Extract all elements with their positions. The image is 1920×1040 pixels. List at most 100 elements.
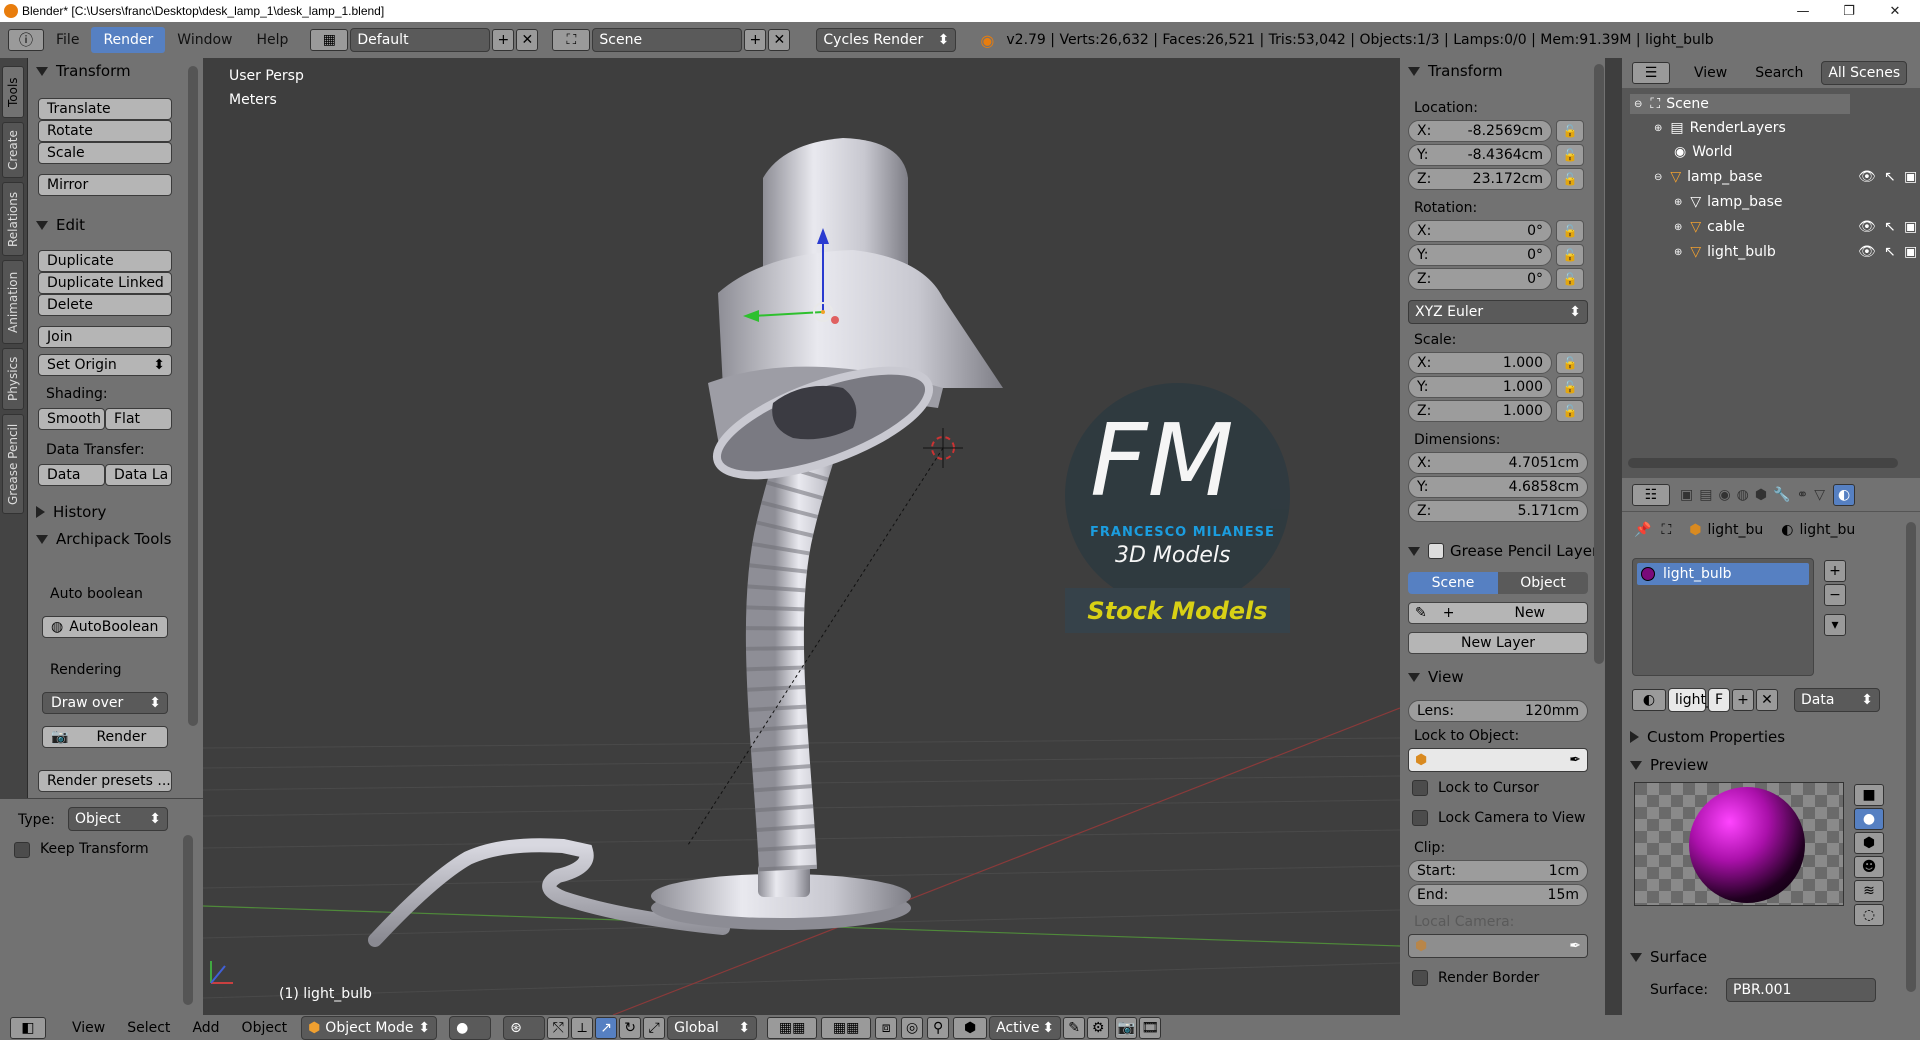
tab-create[interactable]: Create [2, 122, 24, 178]
render-button[interactable]: 📷 Render [42, 726, 168, 748]
pin-icon[interactable]: 📌 [1634, 522, 1651, 538]
operator-scrollbar[interactable] [183, 835, 193, 1005]
scale-button[interactable]: Scale [38, 142, 172, 164]
manipulator-scale-icon[interactable]: ⤢ [643, 1016, 666, 1039]
scene-field[interactable]: Scene [592, 28, 743, 52]
tab-relations[interactable]: Relations [2, 182, 24, 256]
add-layout-icon[interactable]: + [492, 29, 515, 51]
material-slot-item[interactable]: light_bulb [1637, 563, 1809, 585]
proportional-edit-icon[interactable]: ◎ [901, 1016, 924, 1039]
render-camera-icon[interactable]: ▣ [1904, 219, 1917, 235]
menu-file[interactable]: File [44, 32, 91, 48]
outliner-item-light-bulb[interactable]: ⊕ ▽ light_bulb [1674, 244, 1776, 260]
outliner-search-menu[interactable]: Search [1755, 65, 1803, 81]
snap-align-icon[interactable]: ✎ [1063, 1016, 1086, 1039]
rotation-y-field[interactable]: Y: 0° [1408, 244, 1552, 266]
preview-monkey-icon[interactable]: ☻ [1854, 856, 1884, 878]
tab-physics[interactable]: Physics [2, 348, 24, 410]
editor-type-info-icon[interactable]: ⓘ [8, 29, 44, 51]
archipack-panel-header[interactable]: Archipack Tools [28, 526, 171, 552]
manipulator-toggle-icon[interactable]: ⤲ [547, 1016, 570, 1039]
grease-pencil-layer-header[interactable]: Grease Pencil Layer [1400, 538, 1598, 564]
orientation-dropdown[interactable]: Global ⬍ [667, 1015, 758, 1040]
bottom-view-menu[interactable]: View [72, 1020, 105, 1036]
rotation-z-field[interactable]: Z: 0° [1408, 268, 1552, 290]
bottom-object-menu[interactable]: Object [242, 1020, 288, 1036]
scene-icon[interactable]: ⛶ [552, 29, 591, 51]
tab-tools[interactable]: Tools [2, 66, 24, 118]
new-material-icon[interactable]: + [1732, 689, 1754, 711]
rotate-button[interactable]: Rotate [38, 120, 172, 142]
layers-grid-1-icon[interactable]: ▦▦ [767, 1016, 818, 1039]
visibility-eye-icon[interactable]: 👁 [1858, 244, 1876, 260]
visibility-eye-icon[interactable]: 👁 [1858, 169, 1876, 185]
lock-camera-checkbox[interactable] [1412, 810, 1428, 826]
draw-over-dropdown[interactable]: Draw over ⬍ [42, 692, 168, 714]
remove-layout-icon[interactable]: ✕ [516, 29, 539, 51]
smooth-button[interactable]: Smooth [38, 408, 105, 430]
preview-cube-icon[interactable]: ⬢ [1854, 832, 1884, 854]
scale-y-field[interactable]: Y: 1.000 [1408, 376, 1552, 398]
material-tab-icon[interactable]: ◐ [1833, 483, 1856, 506]
rotation-x-field[interactable]: X: 0° [1408, 220, 1552, 242]
lock-scale-z-icon[interactable]: 🔓 [1556, 400, 1584, 422]
properties-context-icons[interactable]: ▣▤◉◍⬢🔧⚭▽ [1680, 487, 1831, 503]
material-browse-icon[interactable]: ◐ [1632, 689, 1666, 711]
outliner-item-lamp-base[interactable]: ⊖ ▽ lamp_base [1654, 169, 1763, 185]
rotation-mode-dropdown[interactable]: XYZ Euler ⬍ [1408, 300, 1588, 324]
select-arrow-icon[interactable]: ↖ [1884, 244, 1896, 260]
surface-shader-field[interactable]: PBR.001 [1726, 978, 1876, 1002]
autoboolean-button[interactable]: ◍ AutoBoolean [42, 616, 168, 638]
outliner-item-scene[interactable]: ⊖ ⛶ Scene [1634, 96, 1709, 112]
lock-to-cursor-checkbox[interactable] [1412, 780, 1428, 796]
outliner-item-cable[interactable]: ⊕ ▽ cable [1674, 219, 1745, 235]
outliner-h-scrollbar[interactable] [1628, 458, 1898, 468]
lock-scale-y-icon[interactable]: 🔓 [1556, 376, 1584, 398]
manipulator-move-icon[interactable]: ↗ [595, 1016, 618, 1039]
bottom-select-menu[interactable]: Select [127, 1020, 170, 1036]
tab-grease-pencil[interactable]: Grease Pencil [2, 414, 24, 514]
select-arrow-icon[interactable]: ↖ [1884, 169, 1896, 185]
pivot-point-dropdown[interactable]: ⊛ [503, 1015, 546, 1040]
unlink-material-icon[interactable]: ✕ [1756, 689, 1778, 711]
edit-panel-header[interactable]: Edit [28, 212, 85, 238]
minimize-button[interactable]: — [1780, 0, 1826, 22]
lock-rotation-z-icon[interactable]: 🔓 [1556, 268, 1584, 290]
opengl-render-icon[interactable]: 📷 [1115, 1016, 1138, 1039]
location-z-field[interactable]: Z: 23.172cm [1408, 168, 1552, 190]
preview-hair-icon[interactable]: ≋ [1854, 880, 1884, 902]
lock-scale-x-icon[interactable]: 🔓 [1556, 352, 1584, 374]
lens-field[interactable]: Lens: 120mm [1408, 700, 1588, 722]
join-button[interactable]: Join [38, 326, 172, 348]
breadcrumb-object[interactable]: light_bu [1707, 522, 1763, 538]
editor-type-properties-icon[interactable]: ☷ [1632, 483, 1670, 506]
custom-properties-header[interactable]: Custom Properties [1622, 724, 1785, 750]
add-slot-icon[interactable]: + [1824, 560, 1846, 582]
menu-window[interactable]: Window [165, 32, 244, 48]
select-arrow-icon[interactable]: ↖ [1884, 219, 1896, 235]
3d-viewport[interactable]: User Persp Meters (1) light_bulb FM FRAN… [203, 58, 1400, 1015]
preview-header[interactable]: Preview [1622, 752, 1708, 778]
lock-location-y-icon[interactable]: 🔓 [1556, 144, 1584, 166]
location-y-field[interactable]: Y: -8.4364cm [1408, 144, 1552, 166]
lock-rotation-y-icon[interactable]: 🔓 [1556, 244, 1584, 266]
dimensions-x-field[interactable]: X: 4.7051cm [1408, 452, 1588, 474]
manipulator-translate-icon[interactable]: ⟂ [571, 1016, 594, 1039]
outliner-filter-dropdown[interactable]: All Scenes [1821, 61, 1908, 85]
menu-help[interactable]: Help [244, 32, 300, 48]
render-camera-icon[interactable]: ▣ [1904, 244, 1917, 260]
dimensions-z-field[interactable]: Z: 5.171cm [1408, 500, 1588, 522]
outliner-item-renderlayers[interactable]: ⊕ ▤ RenderLayers [1654, 120, 1786, 136]
gp-object-toggle[interactable]: Object [1498, 572, 1588, 594]
layers-grid-2-icon[interactable]: ▦▦ [821, 1016, 872, 1039]
lock-rotation-x-icon[interactable]: 🔓 [1556, 220, 1584, 242]
translate-button[interactable]: Translate [38, 98, 172, 120]
gp-new-button[interactable]: ✎ + New [1408, 602, 1588, 624]
restore-button[interactable]: ❐ [1826, 0, 1872, 22]
n-panel-scrollbar[interactable] [1594, 64, 1604, 664]
n-view-header[interactable]: View [1400, 664, 1464, 690]
gp-new-layer-button[interactable]: New Layer [1408, 632, 1588, 654]
data-layers-button[interactable]: Data La [105, 464, 172, 486]
screen-layout-field[interactable]: Default [350, 28, 491, 52]
lock-location-x-icon[interactable]: 🔓 [1556, 120, 1584, 142]
